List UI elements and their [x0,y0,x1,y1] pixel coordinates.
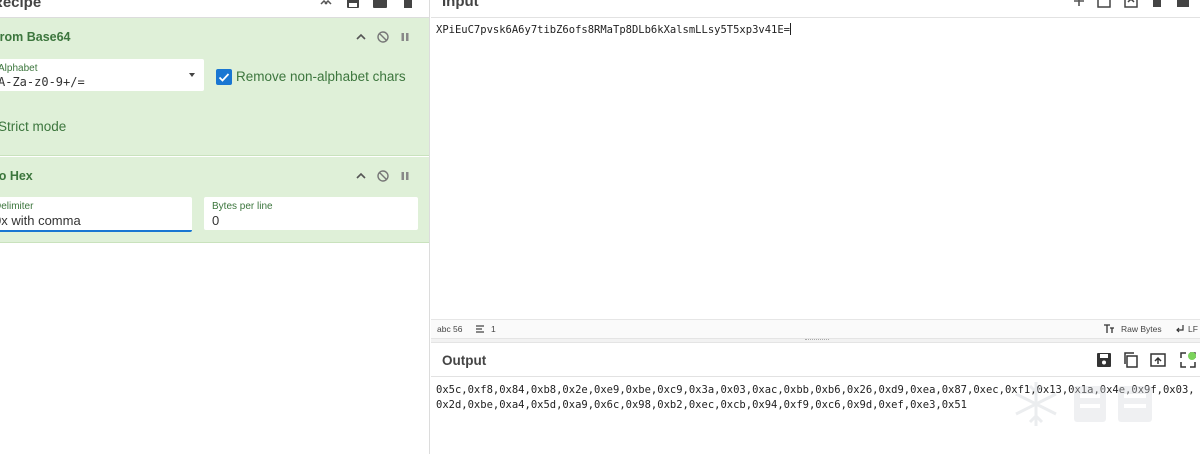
remove-non-alphabet-label[interactable]: Remove non-alphabet chars [236,69,406,84]
fullscreen-icon[interactable] [1179,351,1197,369]
replace-input-icon[interactable] [1149,351,1167,369]
chevron-up-icon[interactable] [354,169,368,183]
input-encoding[interactable]: Raw Bytes [1121,324,1162,334]
open-file-icon[interactable] [1123,0,1139,9]
delimiter-value: 0x with comma [0,213,81,228]
input-lines: 1 [491,324,496,334]
bytes-per-line-value: 0 [212,213,220,228]
eol-icon [1175,324,1185,336]
chevrons-icon[interactable] [318,0,334,10]
input-title: Input [442,0,479,10]
dropdown-arrow-icon [189,73,195,77]
operation-title: From Base64 [0,30,71,44]
remove-non-alphabet-checkbox[interactable] [216,69,232,85]
operation-from-base64: From Base64 Alphabet A-Za-z0-9+/= Remove… [0,18,429,156]
delimiter-label: Delimiter [0,201,34,212]
disable-icon[interactable] [376,169,390,183]
text-caret [790,23,792,35]
alphabet-label: Alphabet [0,63,38,74]
chevron-up-icon[interactable] [354,30,368,44]
output-header: Output [431,343,1200,377]
pause-icon[interactable] [398,30,412,44]
recipe-panel: Recipe From Base64 Alphabet A-Za-z0-9+/= [0,0,430,454]
recipe-title: Recipe [0,0,42,11]
output-title: Output [442,353,487,368]
layout-icon[interactable] [1175,0,1191,9]
input-header: Input [431,0,1200,18]
folder-icon[interactable] [372,0,388,10]
watermark-logo [1015,382,1152,426]
input-eol[interactable]: LF [1188,324,1198,334]
bytes-per-line-label: Bytes per line [212,201,273,212]
disable-icon[interactable] [376,30,390,44]
strict-mode-label[interactable]: Strict mode [0,119,66,134]
input-textarea[interactable]: XPiEuC7pvsk6A6y7tibZ6ofs8RMaTp8DLb6kXals… [436,23,792,36]
divider-grip[interactable] [805,339,829,342]
input-length: 56 [453,324,463,334]
operation-title: To Hex [0,169,33,183]
input-status-bar: abc 56 1 Raw Bytes LF [431,319,1200,338]
text-format-icon[interactable] [1103,324,1115,336]
trash-icon[interactable] [400,0,416,10]
input-panel: Input XPiEuC7pvsk6A6y7tibZ6ofs8RMaTp8DLb… [431,0,1200,338]
delimiter-select[interactable]: Delimiter 0x with comma [0,197,192,232]
length-icon: abc [437,324,451,334]
save-output-icon[interactable] [1095,351,1113,369]
input-value: XPiEuC7pvsk6A6y7tibZ6ofs8RMaTp8DLb6kXals… [436,24,791,36]
pause-icon[interactable] [398,169,412,183]
add-icon[interactable] [1071,0,1087,9]
copy-icon[interactable] [1122,351,1140,369]
lines-icon [475,324,485,336]
alphabet-value: A-Za-z0-9+/= [0,75,85,89]
recipe-header: Recipe [0,0,429,18]
operation-to-hex: To Hex Delimiter 0x with comma Bytes per… [0,157,429,243]
trash-icon[interactable] [1149,0,1165,9]
bytes-per-line-field[interactable]: Bytes per line 0 [204,197,418,230]
open-folder-icon[interactable] [1096,0,1112,9]
save-icon[interactable] [345,0,361,10]
alphabet-select[interactable]: Alphabet A-Za-z0-9+/= [0,59,204,91]
